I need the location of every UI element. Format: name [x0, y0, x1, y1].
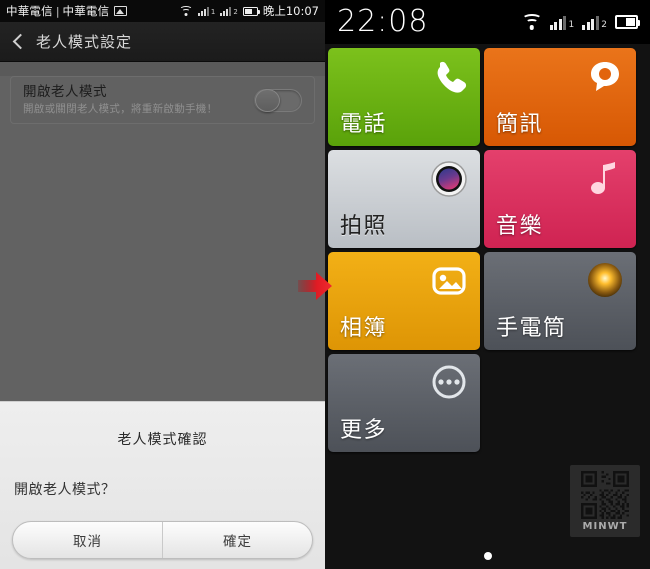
wifi-icon: [179, 5, 193, 17]
signal-bars-1-icon: 1: [549, 15, 575, 30]
battery-icon: [615, 15, 640, 29]
more-dots-icon: [428, 362, 470, 404]
signal-bars-2-icon: 2: [220, 6, 238, 16]
tile-album[interactable]: 相簿: [328, 252, 480, 350]
settings-body: 開啟老人模式 開啟或關閉老人模式，將重新啟動手機！ 老人模式確認 開啟老人模式？…: [0, 76, 325, 569]
page-title: 老人模式設定: [36, 33, 133, 51]
preference-subtitle: 開啟或關閉老人模式，將重新啟動手機！: [23, 103, 218, 115]
dialog-button-bar: 取消 確定: [12, 521, 313, 559]
carrier-label-1: 中華電信: [6, 4, 53, 18]
status-bar-easy-mode: 22:08 1 2: [325, 0, 650, 44]
phone-handset-icon: [428, 56, 470, 98]
confirm-button[interactable]: 確定: [162, 522, 312, 558]
carrier-label-2: 中華電信: [62, 4, 110, 18]
picture-icon: [114, 6, 128, 16]
confirm-dialog: 老人模式確認 開啟老人模式？ 取消 確定: [0, 401, 325, 569]
transition-arrow: [298, 270, 332, 302]
qr-code-icon: [581, 470, 629, 519]
photo-album-icon: [428, 260, 470, 302]
tile-camera[interactable]: 拍照: [328, 150, 480, 248]
signal-2-label: 2: [601, 19, 607, 30]
toggle-knob: [255, 88, 280, 112]
signal-bars-1-icon: 1: [197, 6, 216, 16]
right-phone-screen: 22:08 1 2 電話 簡訊 拍照 音樂 相簿 手電筒 更多 MINWT: [325, 0, 650, 569]
easy-mode-tile-grid: 電話 簡訊 拍照 音樂 相簿 手電筒 更多: [325, 44, 650, 452]
clock: 22:08: [337, 4, 429, 39]
tile-flashlight[interactable]: 手電筒: [484, 252, 636, 350]
status-time: 晚上10:07: [262, 4, 319, 18]
tile-label: 拍照: [340, 214, 388, 239]
signal-1-label: 1: [568, 19, 575, 30]
camera-lens-icon: [428, 158, 470, 200]
tile-label: 電話: [340, 112, 388, 137]
battery-icon: [242, 6, 260, 16]
message-bubble-icon: [584, 56, 626, 98]
tile-music[interactable]: 音樂: [484, 150, 636, 248]
carrier-separator: |: [55, 4, 60, 18]
music-note-icon: [584, 158, 626, 200]
tile-label: 相簿: [340, 316, 388, 341]
status-bar: 中華電信 | 中華電信 1 2 晚上10:07: [0, 0, 325, 22]
flashlight-icon: [584, 260, 626, 302]
tile-phone[interactable]: 電話: [328, 48, 480, 146]
tile-label: 音樂: [496, 214, 544, 239]
page-dot[interactable]: [483, 552, 492, 560]
dialog-message: 開啟老人模式？: [14, 482, 116, 498]
easy-mode-toggle[interactable]: [254, 88, 302, 112]
comparison-stage: 中華電信 | 中華電信 1 2 晚上10:07 老人模式設定 開啟老人模式 開啟…: [0, 0, 650, 569]
wifi-icon: [521, 14, 542, 30]
chevron-left-icon[interactable]: [10, 34, 26, 50]
tile-label: 更多: [340, 418, 388, 443]
signal-bars-2-icon: 2: [582, 15, 607, 30]
signal-1-label: 1: [210, 8, 216, 16]
tile-label: 簡訊: [496, 112, 544, 137]
preference-title: 開啟老人模式: [23, 84, 107, 100]
settings-header: 老人模式設定: [0, 22, 325, 62]
left-phone-screen: 中華電信 | 中華電信 1 2 晚上10:07 老人模式設定 開啟老人模式 開啟…: [0, 0, 325, 569]
tile-label: 手電筒: [496, 316, 567, 341]
dialog-title: 老人模式確認: [117, 432, 208, 448]
tile-more[interactable]: 更多: [328, 354, 480, 452]
tile-messages[interactable]: 簡訊: [484, 48, 636, 146]
signal-2-label: 2: [233, 8, 238, 16]
cancel-button[interactable]: 取消: [13, 522, 162, 558]
watermark-text: MINWT: [582, 520, 628, 532]
watermark: MINWT: [570, 465, 640, 537]
easy-mode-preference-row[interactable]: 開啟老人模式 開啟或關閉老人模式，將重新啟動手機！: [10, 76, 315, 124]
